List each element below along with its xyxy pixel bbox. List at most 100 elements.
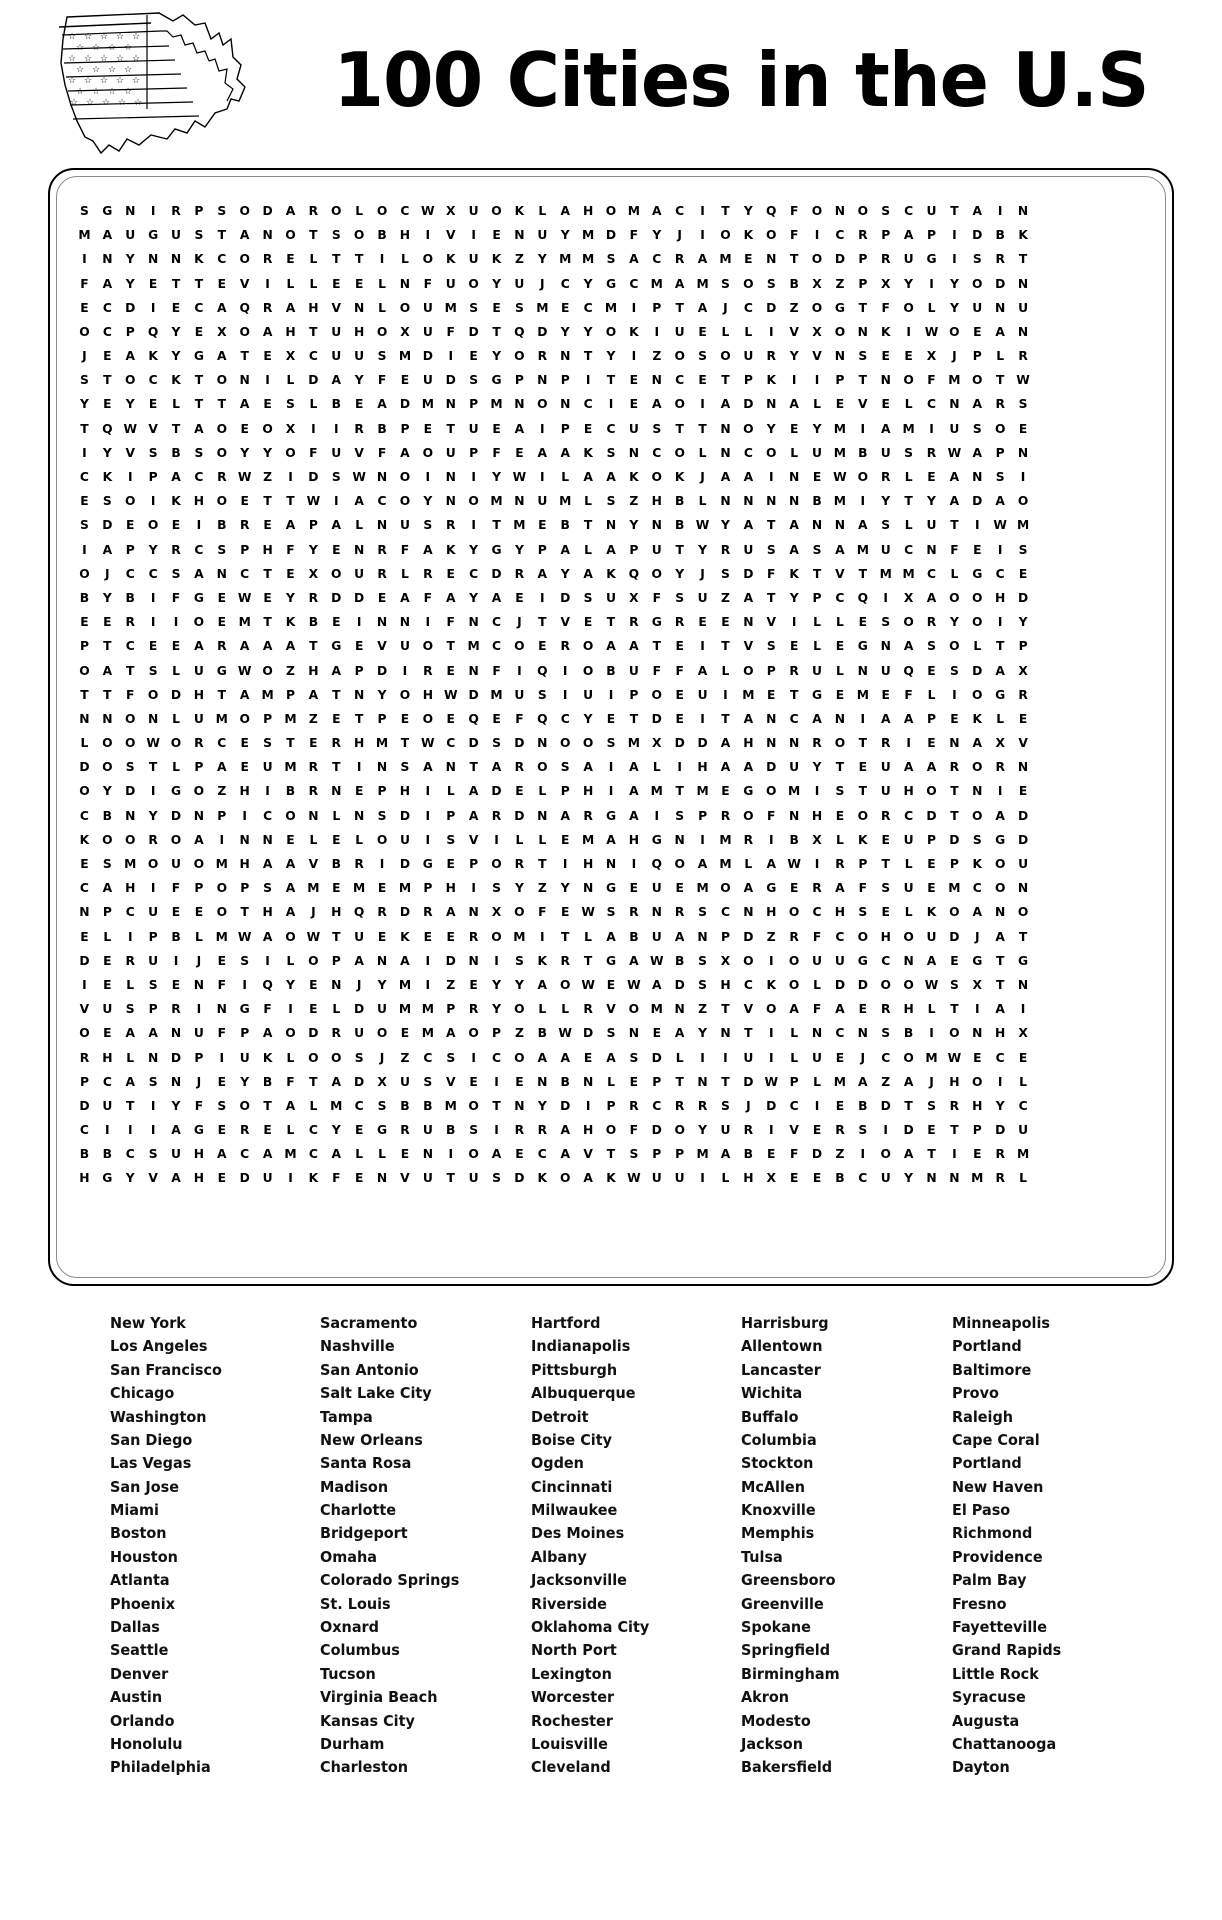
letter-cell[interactable]: L — [554, 1003, 577, 1016]
letter-cell[interactable]: A — [691, 664, 714, 677]
letter-cell[interactable]: P — [73, 1075, 96, 1088]
letter-cell[interactable]: T — [325, 930, 348, 943]
letter-cell[interactable]: I — [416, 616, 439, 629]
letter-cell[interactable]: S — [371, 350, 394, 363]
letter-cell[interactable]: E — [554, 301, 577, 314]
letter-cell[interactable]: E — [943, 713, 966, 726]
letter-cell[interactable]: I — [187, 1003, 210, 1016]
letter-cell[interactable]: D — [668, 737, 691, 750]
letter-cell[interactable]: T — [714, 205, 737, 218]
letter-cell[interactable]: Y — [691, 543, 714, 556]
letter-cell[interactable]: U — [874, 664, 897, 677]
letter-cell[interactable]: O — [187, 785, 210, 798]
letter-cell[interactable]: M — [691, 277, 714, 290]
letter-cell[interactable]: Y — [165, 350, 188, 363]
letter-cell[interactable]: N — [142, 1051, 165, 1064]
letter-cell[interactable]: I — [531, 592, 554, 605]
letter-cell[interactable]: N — [783, 495, 806, 508]
letter-cell[interactable]: O — [325, 205, 348, 218]
letter-cell[interactable]: P — [462, 398, 485, 411]
letter-cell[interactable]: O — [668, 398, 691, 411]
letter-cell[interactable]: I — [600, 688, 623, 701]
letter-cell[interactable]: N — [806, 1027, 829, 1040]
letter-cell[interactable]: N — [737, 495, 760, 508]
letter-cell[interactable]: Y — [233, 1075, 256, 1088]
letter-cell[interactable]: L — [806, 979, 829, 992]
letter-cell[interactable]: E — [828, 1100, 851, 1113]
word-list-item[interactable]: Portland — [952, 1452, 1148, 1475]
word-list-item[interactable]: Columbia — [741, 1429, 937, 1452]
letter-cell[interactable]: L — [531, 785, 554, 798]
letter-cell[interactable]: P — [279, 688, 302, 701]
letter-cell[interactable]: W — [943, 447, 966, 460]
letter-cell[interactable]: D — [508, 1172, 531, 1185]
letter-cell[interactable]: U — [165, 1148, 188, 1161]
letter-cell[interactable]: L — [279, 277, 302, 290]
letter-cell[interactable]: N — [348, 688, 371, 701]
letter-cell[interactable]: I — [73, 543, 96, 556]
letter-cell[interactable]: R — [325, 1027, 348, 1040]
letter-cell[interactable]: I — [416, 954, 439, 967]
letter-cell[interactable]: T — [943, 785, 966, 798]
letter-cell[interactable]: A — [668, 277, 691, 290]
letter-cell[interactable]: R — [737, 834, 760, 847]
letter-cell[interactable]: O — [416, 640, 439, 653]
letter-cell[interactable]: I — [851, 422, 874, 435]
letter-cell[interactable]: Y — [874, 495, 897, 508]
letter-cell[interactable]: C — [897, 809, 920, 822]
letter-cell[interactable]: N — [416, 1148, 439, 1161]
letter-cell[interactable]: T — [714, 713, 737, 726]
letter-cell[interactable]: O — [210, 906, 233, 919]
letter-cell[interactable]: S — [851, 350, 874, 363]
letter-cell[interactable]: M — [73, 229, 96, 242]
letter-cell[interactable]: O — [554, 979, 577, 992]
letter-cell[interactable]: L — [714, 664, 737, 677]
letter-cell[interactable]: W — [439, 688, 462, 701]
letter-cell[interactable]: S — [348, 1051, 371, 1064]
letter-cell[interactable]: V — [325, 301, 348, 314]
letter-cell[interactable]: D — [462, 326, 485, 339]
letter-cell[interactable]: X — [485, 906, 508, 919]
letter-cell[interactable]: N — [371, 1172, 394, 1185]
letter-cell[interactable]: A — [119, 1027, 142, 1040]
letter-cell[interactable]: U — [187, 664, 210, 677]
letter-cell[interactable]: O — [897, 374, 920, 387]
letter-cell[interactable]: N — [760, 253, 783, 266]
letter-cell[interactable]: N — [96, 253, 119, 266]
letter-cell[interactable]: C — [462, 567, 485, 580]
letter-cell[interactable]: M — [943, 374, 966, 387]
letter-cell[interactable]: M — [943, 882, 966, 895]
letter-cell[interactable]: B — [371, 229, 394, 242]
letter-cell[interactable]: C — [73, 882, 96, 895]
word-list-item[interactable]: Allentown — [741, 1335, 937, 1358]
letter-cell[interactable]: O — [325, 1051, 348, 1064]
letter-cell[interactable]: N — [622, 447, 645, 460]
letter-cell[interactable]: Y — [668, 567, 691, 580]
letter-cell[interactable]: I — [416, 785, 439, 798]
letter-cell[interactable]: B — [325, 398, 348, 411]
word-list-item[interactable]: San Diego — [110, 1429, 306, 1452]
letter-cell[interactable]: I — [531, 422, 554, 435]
letter-cell[interactable]: G — [233, 1003, 256, 1016]
letter-cell[interactable]: M — [577, 253, 600, 266]
letter-cell[interactable]: S — [668, 592, 691, 605]
letter-cell[interactable]: C — [714, 906, 737, 919]
letter-cell[interactable]: D — [668, 979, 691, 992]
letter-cell[interactable]: A — [279, 205, 302, 218]
letter-cell[interactable]: Y — [462, 592, 485, 605]
letter-cell[interactable]: H — [622, 834, 645, 847]
letter-cell[interactable]: H — [828, 906, 851, 919]
letter-cell[interactable]: E — [325, 616, 348, 629]
letter-cell[interactable]: N — [325, 785, 348, 798]
letter-cell[interactable]: L — [737, 326, 760, 339]
letter-cell[interactable]: A — [325, 1148, 348, 1161]
letter-cell[interactable]: O — [897, 979, 920, 992]
letter-cell[interactable]: A — [485, 592, 508, 605]
letter-cell[interactable]: O — [577, 640, 600, 653]
letter-cell[interactable]: S — [600, 495, 623, 508]
letter-cell[interactable]: A — [897, 229, 920, 242]
letter-cell[interactable]: M — [119, 858, 142, 871]
letter-cell[interactable]: A — [233, 640, 256, 653]
letter-cell[interactable]: A — [279, 301, 302, 314]
letter-cell[interactable]: O — [508, 1003, 531, 1016]
